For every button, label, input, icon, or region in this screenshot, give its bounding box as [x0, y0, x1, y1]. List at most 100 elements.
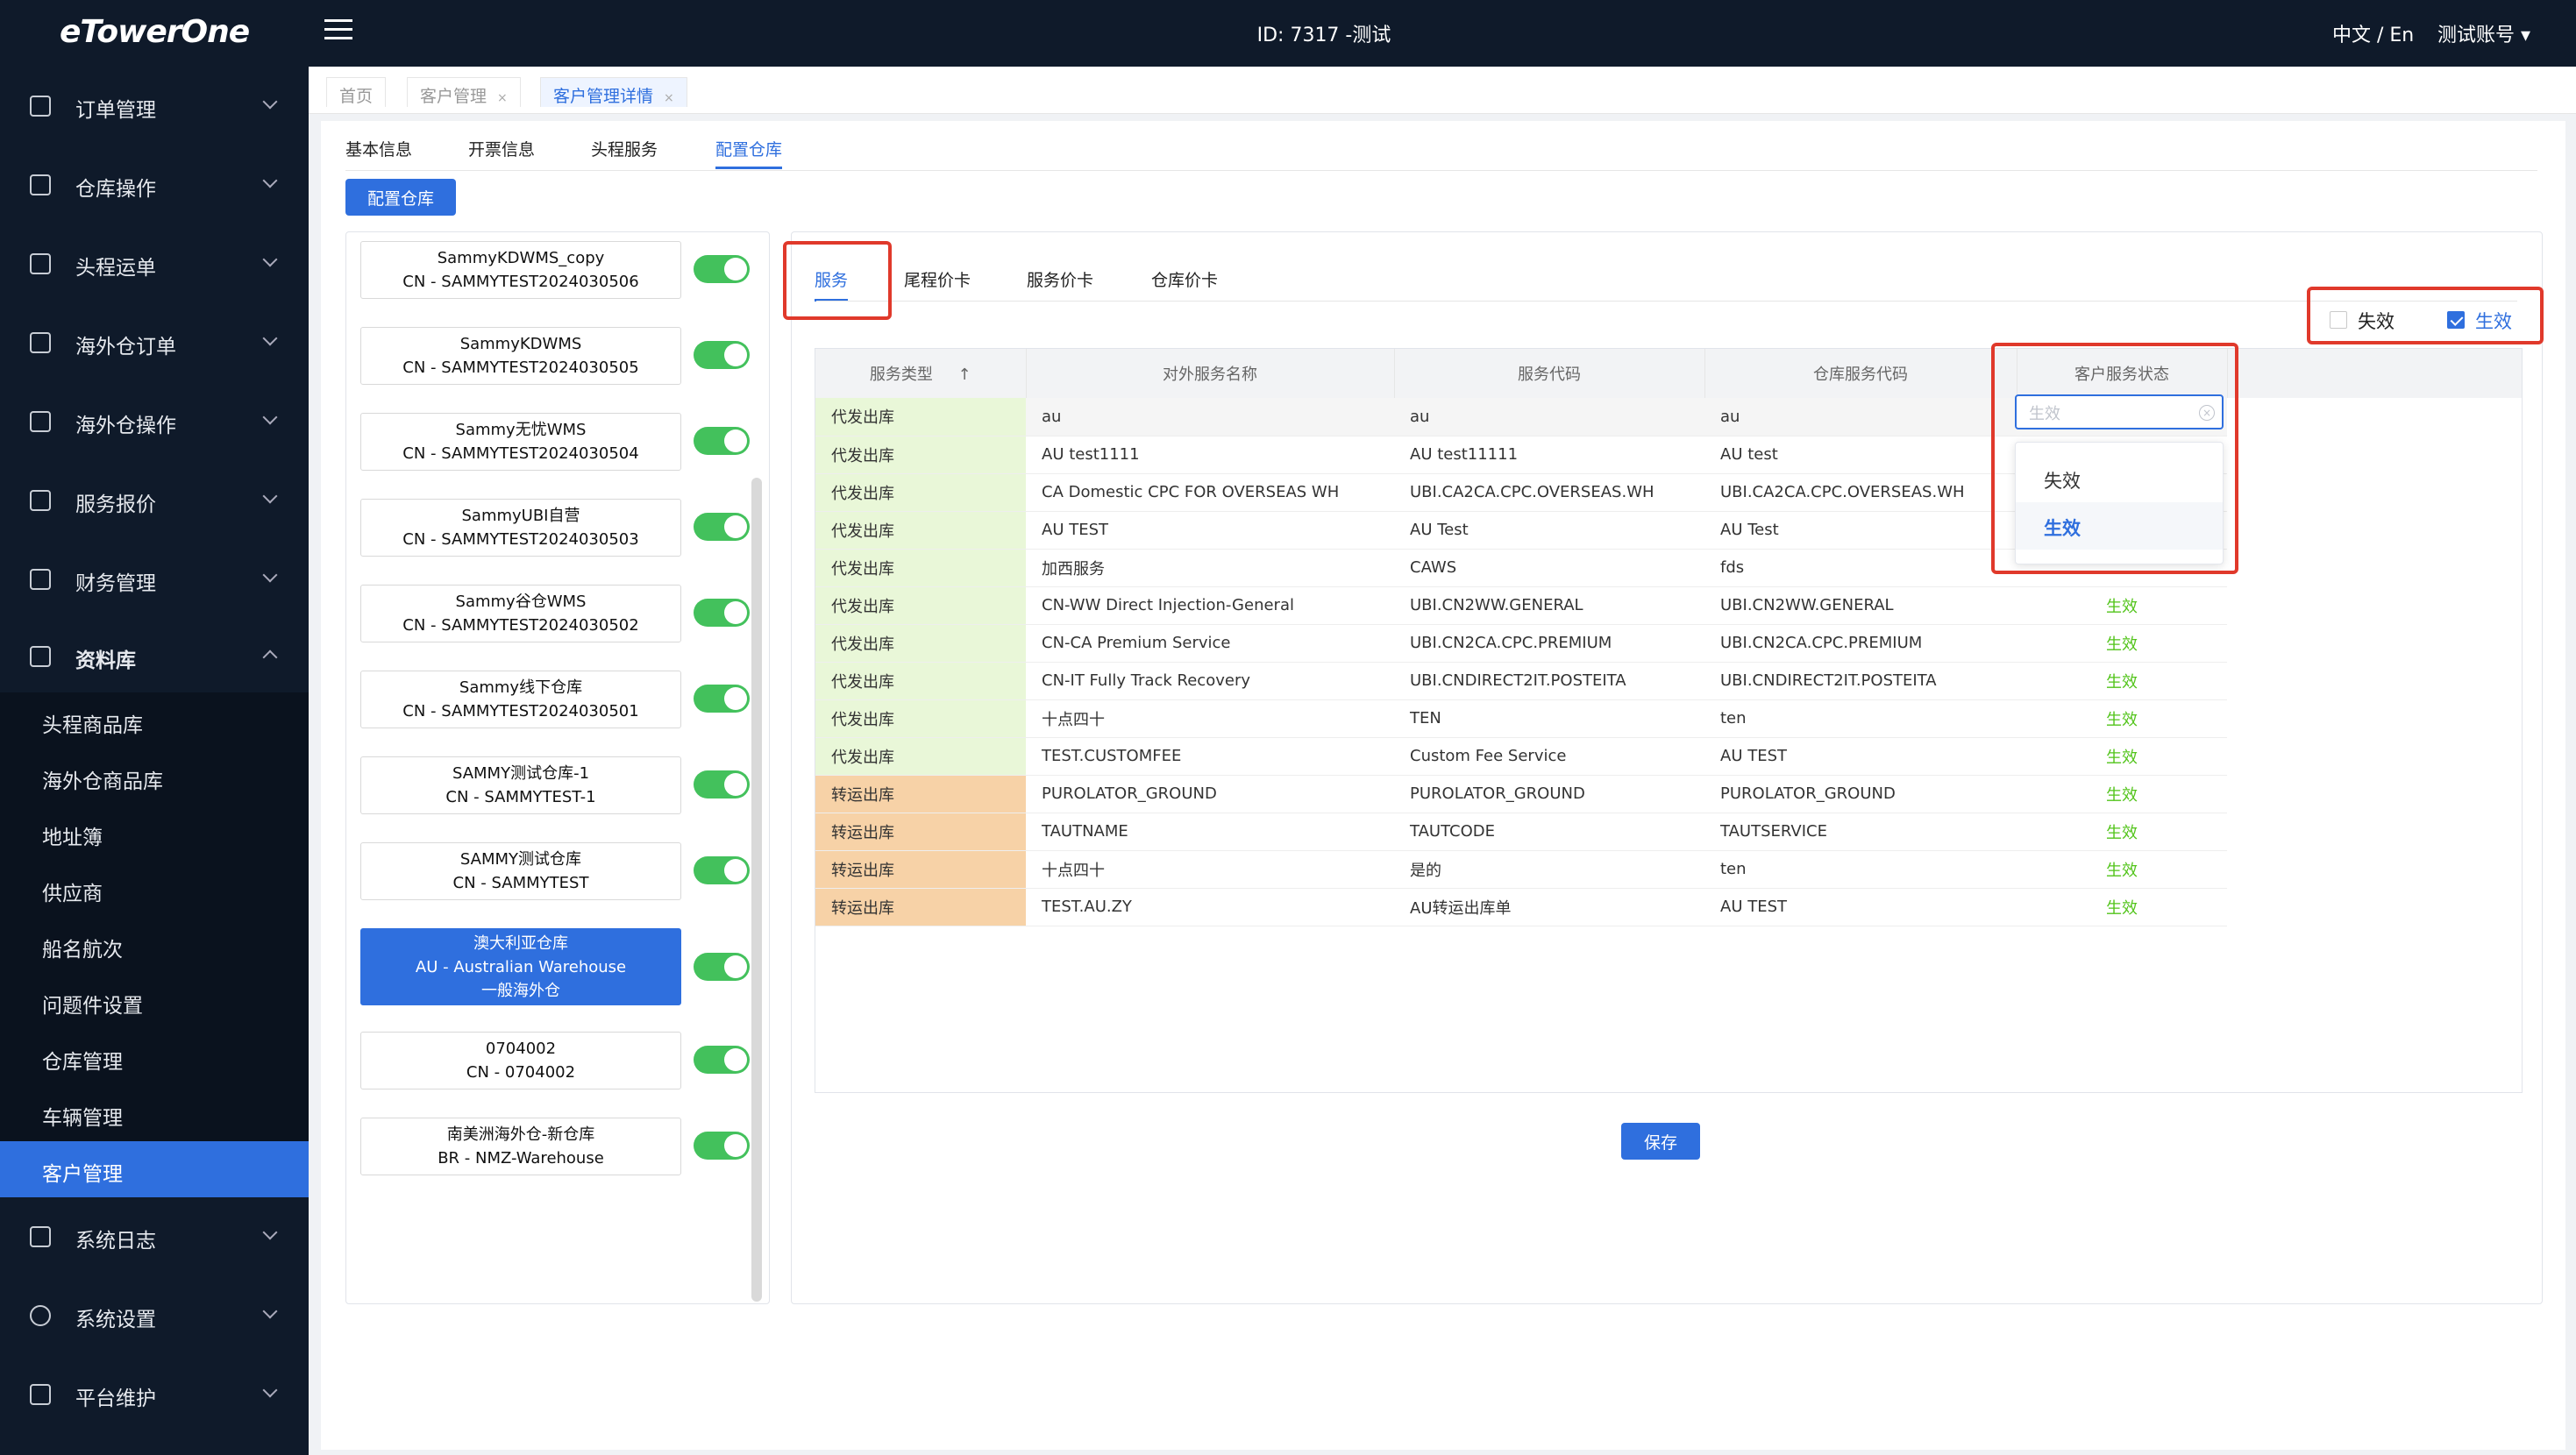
submenu-item[interactable]: 供应商 [0, 861, 309, 917]
warehouse-card[interactable]: SAMMY测试仓库-1 CN - SAMMYTEST-1 [360, 756, 681, 814]
status-cell[interactable]: 生效 [2017, 624, 2227, 663]
row-filler [2227, 511, 2522, 549]
close-icon[interactable]: × [664, 91, 674, 105]
table-row[interactable]: 代发出库 CN-WW Direct Injection-General UBI.CN… [815, 586, 2522, 625]
status-cell[interactable]: 生效 [2017, 586, 2227, 625]
sidebar-item-warehouse-ops[interactable]: 仓库操作 [0, 146, 309, 224]
warehouse-toggle[interactable] [694, 685, 750, 713]
submenu-label: 头程商品库 [42, 714, 143, 737]
warehouse-code-cell: AU TEST [1704, 888, 2017, 926]
warehouse-card[interactable]: SammyUBI自营 CN - SAMMYTEST2024030503 [360, 499, 681, 557]
status-cell[interactable]: 生效 [2017, 699, 2227, 738]
submenu-item[interactable]: 头程商品库 [0, 692, 309, 749]
sort-arrow-icon[interactable]: ↑ [958, 366, 971, 384]
row-filler [2227, 624, 2522, 662]
sidebar-item-quotes[interactable]: 服务报价 [0, 461, 309, 540]
table-row[interactable]: 转运出库 TEST.AU.ZY AU转运出库单 AU TEST 生效 [815, 888, 2522, 926]
table-row[interactable]: 代发出库 AU test1111 AU test11111 AU test [815, 436, 2522, 474]
table-row[interactable]: 转运出库 PUROLATOR_GROUND PUROLATOR_GROUND PURO… [815, 775, 2522, 813]
table-row[interactable]: 转运出库 TAUTNAME TAUTCODE TAUTSERVICE 生效 [815, 813, 2522, 851]
status-cell[interactable]: 生效 [2017, 775, 2227, 813]
warehouse-card[interactable]: Sammy线下仓库 CN - SAMMYTEST2024030501 [360, 671, 681, 728]
table-row[interactable]: 代发出库 CN-IT Fully Track Recovery UBI.CNDIRE… [815, 662, 2522, 700]
warehouse-card[interactable]: Sammy无忧WMS CN - SAMMYTEST2024030504 [360, 413, 681, 471]
warehouse-card[interactable]: Sammy谷仓WMS CN - SAMMYTEST2024030502 [360, 585, 681, 642]
table-row[interactable]: 代发出库 加西服务 CAWS fds [815, 549, 2522, 587]
sidebar-item-system-settings[interactable]: 系统设置 [0, 1276, 309, 1355]
warehouse-toggle[interactable] [694, 513, 750, 541]
sidebar-item-first-leg[interactable]: 头程运单 [0, 224, 309, 303]
account-menu[interactable]: 测试账号 ▾ [2437, 19, 2530, 47]
warehouse-toggle[interactable] [694, 1132, 750, 1160]
sidebar-item-database[interactable]: 资料库 [0, 617, 309, 696]
status-cell[interactable]: 生效 [2017, 662, 2227, 700]
sidebar-item-finance[interactable]: 财务管理 [0, 540, 309, 619]
submenu-item[interactable]: 船名航次 [0, 917, 309, 973]
table-row[interactable]: 代发出库 AU TEST AU Test AU Test [815, 511, 2522, 550]
status-cell[interactable]: 生效 [2017, 737, 2227, 776]
warehouse-toggle[interactable] [694, 1046, 750, 1074]
table-row[interactable]: 代发出库 au au au [815, 398, 2522, 436]
warehouse-toggle[interactable] [694, 255, 750, 283]
service-type-cell: 代发出库 [815, 511, 1026, 550]
sidebar-item-overseas-orders[interactable]: 海外仓订单 [0, 303, 309, 382]
menu-toggle-icon[interactable] [324, 19, 352, 44]
sidebar-item-overseas-ops[interactable]: 海外仓操作 [0, 382, 309, 461]
tab-customer-management[interactable]: 客户管理 × [407, 77, 521, 107]
tab-home[interactable]: 首页 [326, 77, 387, 107]
chevron-down-icon [262, 330, 278, 346]
tab-last-mile-rate-card[interactable]: 尾程价卡 [904, 267, 971, 291]
table-row[interactable]: 代发出库 十点四十 TEN ten 生效 [815, 699, 2522, 738]
table-row[interactable]: 代发出库 CN-CA Premium Service UBI.CN2CA.CPC.P… [815, 624, 2522, 663]
finance-icon [30, 569, 51, 590]
submenu-item[interactable]: 地址簿 [0, 805, 309, 861]
table-row[interactable]: 转运出库 十点四十 是的 ten 生效 [815, 850, 2522, 889]
warehouse-code-cell: UBI.CN2CA.CPC.PREMIUM [1704, 624, 2017, 663]
table-row[interactable]: 代发出库 CA Domestic CPC FOR OVERSEAS WH UBI.C… [815, 473, 2522, 512]
submenu-item[interactable]: 海外仓商品库 [0, 749, 309, 805]
warehouse-toggle[interactable] [694, 953, 750, 981]
table-row[interactable]: 代发出库 TEST.CUSTOMFEE Custom Fee Service AU T… [815, 737, 2522, 776]
configure-warehouse-button[interactable]: 配置仓库 [345, 179, 456, 216]
warehouse-code-cell: UBI.CNDIRECT2IT.POSTEITA [1704, 662, 2017, 700]
submenu-item[interactable]: 仓库管理 [0, 1029, 309, 1085]
warehouse-name: 0704002 [485, 1040, 557, 1058]
tab-configure-warehouse[interactable]: 配置仓库 [715, 137, 783, 169]
status-cell[interactable]: 生效 [2017, 813, 2227, 851]
close-icon[interactable]: × [497, 91, 508, 105]
submenu-item[interactable]: 车辆管理 [0, 1085, 309, 1141]
row-filler [2227, 850, 2522, 888]
save-button[interactable]: 保存 [1621, 1123, 1700, 1160]
warehouse-card[interactable]: SammyKDWMS CN - SAMMYTEST2024030505 [360, 327, 681, 385]
sidebar-item-label: 系统日志 [75, 1230, 156, 1253]
language-switch[interactable]: 中文 / En [2332, 19, 2414, 47]
warehouse-toggle[interactable] [694, 770, 750, 798]
status-cell[interactable]: 生效 [2017, 888, 2227, 926]
sidebar-item-platform-maintenance[interactable]: 平台维护 [0, 1355, 309, 1434]
tab-basic-info[interactable]: 基本信息 [345, 137, 412, 160]
tab-service-rate-card[interactable]: 服务价卡 [1027, 267, 1093, 291]
warehouse-toggle[interactable] [694, 856, 750, 884]
tab-invoice-info[interactable]: 开票信息 [468, 137, 535, 160]
warehouse-card[interactable]: 南美洲海外仓-新仓库 BR - NMZ-Warehouse [360, 1118, 681, 1175]
scrollbar[interactable] [751, 478, 762, 1302]
warehouse-card[interactable]: SAMMY测试仓库 CN - SAMMYTEST [360, 842, 681, 900]
column-header-service-name: 对外服务名称 [1026, 349, 1395, 398]
warehouse-card-active[interactable]: 澳大利亚仓库 AU - Australian Warehouse 一般海外仓 [360, 928, 681, 1005]
warehouse-card[interactable]: SammyKDWMS_copy CN - SAMMYTEST2024030506 [360, 241, 681, 299]
submenu-item-customer-management[interactable]: 客户管理 [0, 1141, 309, 1197]
warehouse-card[interactable]: 0704002 CN - 0704002 [360, 1032, 681, 1089]
submenu-item[interactable]: 问题件设置 [0, 973, 309, 1029]
warehouse-toggle[interactable] [694, 341, 750, 369]
column-header-service-type[interactable]: 服务类型 ↑ [815, 349, 1027, 398]
chevron-down-icon [262, 1224, 278, 1240]
warehouse-name: Sammy谷仓WMS [455, 593, 587, 611]
tab-customer-detail[interactable]: 客户管理详情 × [540, 77, 687, 107]
status-cell[interactable]: 生效 [2017, 850, 2227, 889]
tab-warehouse-rate-card[interactable]: 仓库价卡 [1151, 267, 1218, 291]
sidebar-item-orders[interactable]: 订单管理 [0, 67, 309, 146]
sidebar-item-system-log[interactable]: 系统日志 [0, 1197, 309, 1276]
warehouse-toggle[interactable] [694, 599, 750, 627]
warehouse-toggle[interactable] [694, 427, 750, 455]
tab-first-leg-service[interactable]: 头程服务 [591, 137, 658, 160]
